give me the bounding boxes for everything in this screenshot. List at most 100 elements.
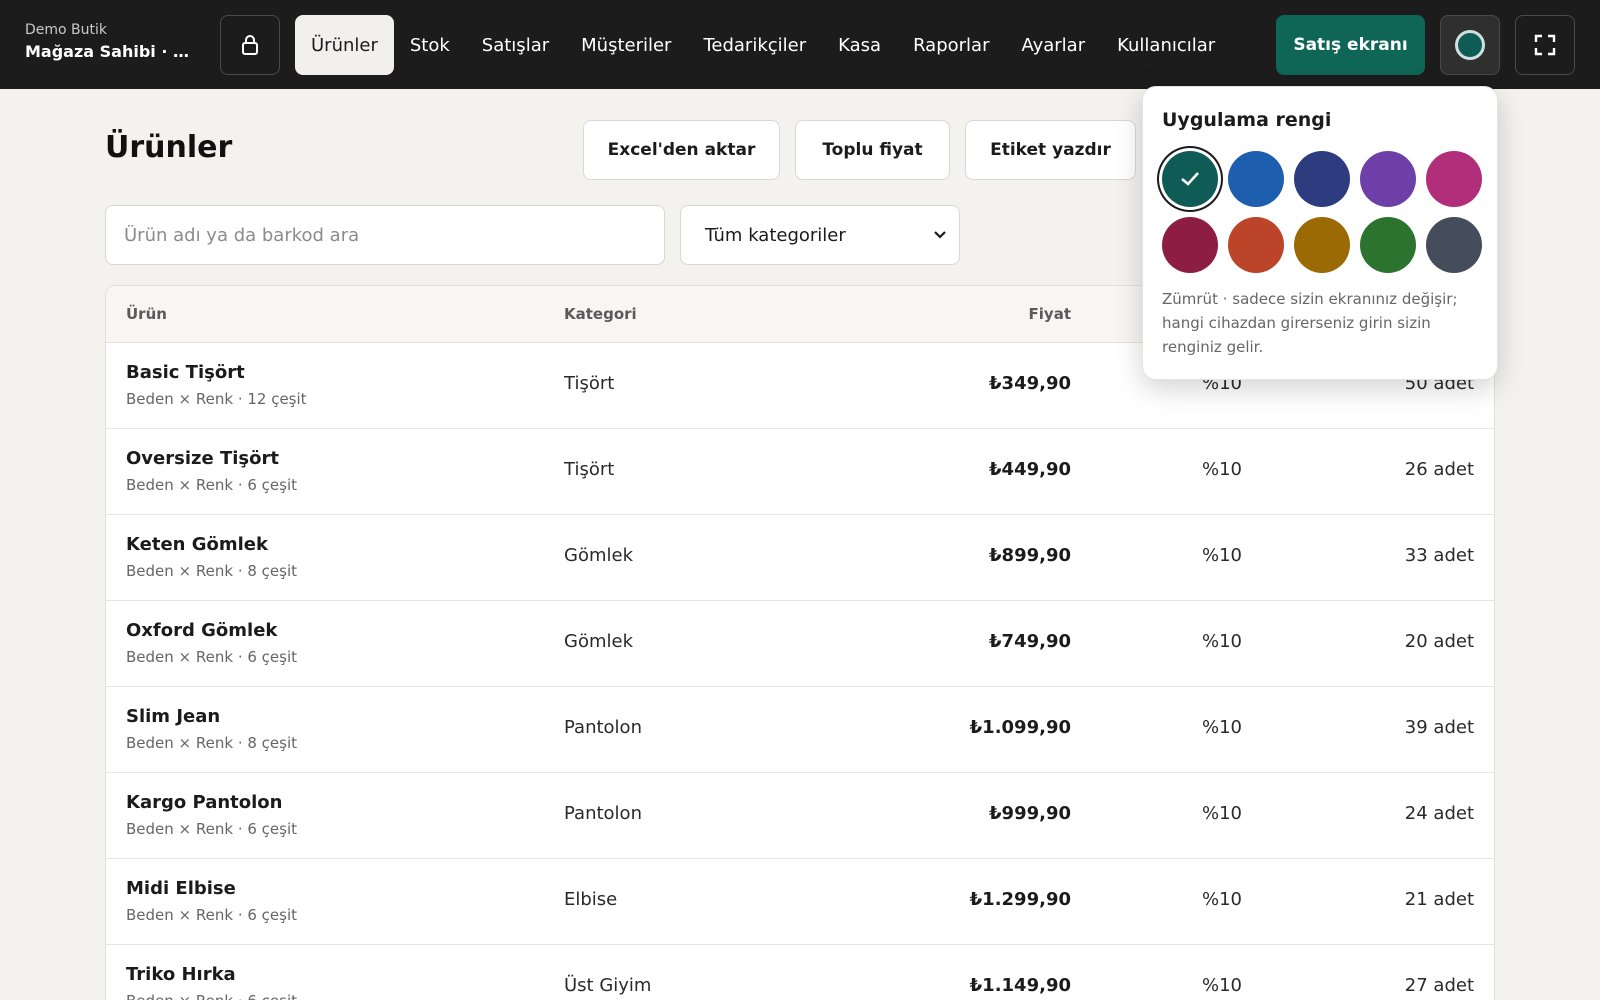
theme-color-icon (1455, 30, 1485, 60)
import-excel-button[interactable]: Excel'den aktar (583, 120, 780, 180)
nav-stok[interactable]: Stok (394, 15, 466, 75)
product-category: Gömlek (564, 545, 633, 566)
color-swatch-slate[interactable] (1426, 217, 1482, 273)
search-input[interactable] (105, 205, 665, 265)
popover-note: Zümrüt · sadece sizin ekranınız değişir;… (1162, 290, 1458, 356)
nav-kullanicilar[interactable]: Kullanıcılar (1101, 15, 1231, 75)
color-swatch-purple[interactable] (1360, 151, 1416, 207)
product-name: Triko Hırka (126, 964, 236, 985)
product-variants: Beden × Renk · 6 çeşit (126, 476, 298, 494)
product-variants: Beden × Renk · 6 çeşit (126, 990, 297, 1000)
color-swatch-crimson[interactable] (1162, 217, 1218, 273)
store-brand: Demo Butik Mağaza Sahibi · S... (25, 20, 200, 64)
product-vat: %10 (1202, 545, 1243, 566)
product-price: ₺1.099,90 (969, 717, 1071, 738)
table-row[interactable]: Oversize Tişört Beden × Renk · 6 çeşit T… (106, 429, 1494, 515)
color-swatch-green[interactable] (1360, 217, 1416, 273)
table-row[interactable]: Midi Elbise Beden × Renk · 6 çeşit Elbis… (106, 859, 1494, 945)
color-swatch-navy[interactable] (1294, 151, 1350, 207)
main-nav: Ürünler Stok Satışlar Müşteriler Tedarik… (295, 15, 1231, 75)
nav-raporlar[interactable]: Raporlar (897, 15, 1005, 75)
product-cell: Oxford Gömlek Beden × Renk · 6 çeşit (126, 619, 297, 668)
page-title: Ürünler (105, 130, 233, 165)
product-name: Slim Jean (126, 706, 221, 727)
product-price: ₺999,90 (989, 803, 1071, 824)
products-table: Ürün Kategori Fiyat Basic Tişört Beden ×… (105, 285, 1495, 1000)
product-variants: Beden × Renk · 12 çeşit (126, 390, 307, 408)
nav-musteriler[interactable]: Müşteriler (565, 15, 687, 75)
product-vat: %10 (1202, 889, 1243, 910)
product-vat: %10 (1202, 631, 1243, 652)
lock-icon (242, 35, 258, 55)
product-cell: Oversize Tişört Beden × Renk · 6 çeşit (126, 447, 297, 496)
product-name: Midi Elbise (126, 878, 236, 899)
product-stock: 39 adet (1404, 717, 1474, 738)
product-name: Basic Tişört (126, 362, 245, 383)
fullscreen-icon (1534, 34, 1556, 56)
product-cell: Slim Jean Beden × Renk · 8 çeşit (126, 705, 297, 754)
product-cell: Triko Hırka Beden × Renk · 6 çeşit (126, 963, 297, 1000)
product-category: Üst Giyim (564, 975, 652, 996)
product-cell: Midi Elbise Beden × Renk · 6 çeşit (126, 877, 297, 926)
product-name: Oxford Gömlek (126, 620, 278, 641)
popover-title: Uygulama rengi (1162, 109, 1332, 131)
header-product[interactable]: Ürün (126, 305, 167, 323)
fullscreen-button[interactable] (1515, 15, 1575, 75)
nav-ayarlar[interactable]: Ayarlar (1005, 15, 1101, 75)
table-row[interactable]: Slim Jean Beden × Renk · 8 çeşit Pantolo… (106, 687, 1494, 773)
product-cell: Keten Gömlek Beden × Renk · 8 çeşit (126, 533, 297, 582)
nav-satislar[interactable]: Satışlar (466, 15, 565, 75)
chevron-down-icon (934, 231, 946, 239)
table-row[interactable]: Triko Hırka Beden × Renk · 6 çeşit Üst G… (106, 945, 1494, 1000)
table-row[interactable]: Oxford Gömlek Beden × Renk · 6 çeşit Göm… (106, 601, 1494, 687)
color-swatch-emerald[interactable] (1162, 151, 1218, 207)
category-select[interactable]: Tüm kategoriler (680, 205, 960, 265)
color-swatch-mustard[interactable] (1294, 217, 1350, 273)
product-category: Pantolon (564, 803, 642, 824)
product-price: ₺899,90 (989, 545, 1071, 566)
sale-screen-button[interactable]: Satış ekranı (1276, 15, 1425, 75)
header-price[interactable]: Fiyat (1029, 305, 1071, 323)
product-name: Kargo Pantolon (126, 792, 283, 813)
product-stock: 21 adet (1404, 889, 1474, 910)
product-category: Elbise (564, 889, 618, 910)
product-price: ₺1.149,90 (969, 975, 1071, 996)
product-variants: Beden × Renk · 6 çeşit (126, 820, 298, 838)
product-variants: Beden × Renk · 8 çeşit (126, 734, 298, 752)
product-price: ₺449,90 (989, 459, 1071, 480)
nav-urunler[interactable]: Ürünler (295, 15, 394, 75)
category-select-value: Tüm kategoriler (705, 224, 846, 246)
product-cell: Basic Tişört Beden × Renk · 12 çeşit (126, 361, 307, 410)
product-vat: %10 (1202, 717, 1243, 738)
nav-kasa[interactable]: Kasa (822, 15, 897, 75)
store-name: Demo Butik (25, 22, 108, 38)
print-label-button[interactable]: Etiket yazdır (965, 120, 1136, 180)
product-name: Oversize Tişört (126, 448, 279, 469)
product-stock: 27 adet (1404, 975, 1474, 996)
product-price: ₺749,90 (989, 631, 1071, 652)
product-price: ₺349,90 (989, 373, 1071, 394)
check-icon (1181, 172, 1199, 186)
color-swatch-pink[interactable] (1426, 151, 1482, 207)
product-variants: Beden × Renk · 6 çeşit (126, 648, 298, 666)
product-vat: %10 (1202, 975, 1243, 996)
nav-tedarikciler[interactable]: Tedarikçiler (687, 15, 822, 75)
theme-color-button[interactable] (1440, 15, 1500, 75)
product-stock: 24 adet (1404, 803, 1474, 824)
lock-button[interactable] (220, 15, 280, 75)
top-bar: Demo Butik Mağaza Sahibi · S... Ürünler … (0, 0, 1600, 89)
product-category: Pantolon (564, 717, 642, 738)
table-row[interactable]: Keten Gömlek Beden × Renk · 8 çeşit Göml… (106, 515, 1494, 601)
color-swatch-blue[interactable] (1228, 151, 1284, 207)
color-swatch-orange[interactable] (1228, 217, 1284, 273)
table-row[interactable]: Kargo Pantolon Beden × Renk · 6 çeşit Pa… (106, 773, 1494, 859)
product-category: Tişört (564, 459, 615, 480)
product-vat: %10 (1202, 803, 1243, 824)
app-color-popover: Uygulama rengi Zümrüt · sadece sizin ekr… (1142, 86, 1498, 380)
product-category: Tişört (564, 373, 615, 394)
user-role[interactable]: Mağaza Sahibi · S... (25, 40, 200, 64)
product-stock: 33 adet (1404, 545, 1474, 566)
bulk-price-button[interactable]: Toplu fiyat (795, 120, 950, 180)
header-category[interactable]: Kategori (564, 305, 637, 323)
product-vat: %10 (1202, 459, 1243, 480)
